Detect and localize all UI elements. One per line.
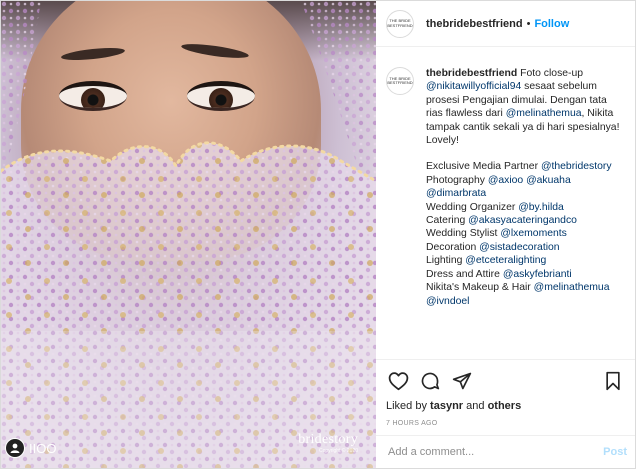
caption-text: thebridebestfriend Foto close-up @nikita… [426, 67, 622, 359]
mention-link[interactable]: @sistadecoration [479, 242, 559, 253]
comment-input[interactable] [388, 446, 604, 458]
post-timestamp[interactable]: 7 HOURS AGO [386, 420, 625, 427]
beaded-veil [1, 1, 376, 468]
heart-icon[interactable] [386, 369, 410, 393]
credit-makeup-hair: Nikita's Makeup & Hair @melinathemua @iv… [426, 282, 610, 307]
watermark-text: bridestory [298, 432, 358, 447]
photo-credit-text: IIOO [29, 440, 57, 456]
credit-wedding-organizer: Wedding Organizer @by.hilda [426, 201, 564, 213]
post-header: THE BRIDE BESTFRIEND thebridebestfriend … [376, 1, 635, 47]
bridestory-watermark: bridestory Copyright © 2020 [298, 433, 358, 454]
credit-catering: Catering @akasyacateringandco [426, 215, 577, 227]
mention-link[interactable]: @akasyacateringandco [468, 215, 577, 226]
post-actions: Liked by tasynr and others 7 HOURS AGO [376, 359, 635, 435]
mention-nikita[interactable]: @nikitawillyofficial94 [426, 81, 521, 92]
caption-text-1: Foto close-up [520, 68, 584, 79]
credit-lighting: Lighting @etceteralighting [426, 255, 547, 267]
credit-media-partner: Exclusive Media Partner @thebridestory [426, 161, 612, 173]
caption-avatar[interactable]: THE BRIDE BESTFRIEND [386, 67, 414, 95]
comment-icon[interactable] [418, 369, 442, 393]
likes-others-link[interactable]: others [488, 400, 522, 412]
watermark-subtext: Copyright © 2020 [319, 448, 358, 454]
photo-credit[interactable]: IIOO [5, 438, 56, 458]
instagram-post: IIOO bridestory Copyright © 2020 THE BRI… [0, 0, 636, 469]
caption-username[interactable]: thebridebestfriend [426, 68, 517, 79]
mention-melinathemua[interactable]: @melinathemua [506, 108, 582, 119]
post-comment-button[interactable]: Post [603, 446, 627, 458]
profile-avatar[interactable]: THE BRIDE BESTFRIEND [386, 9, 414, 38]
post-image[interactable]: IIOO bridestory Copyright © 2020 [1, 1, 376, 468]
mention-link[interactable]: @etceteralighting [465, 255, 546, 266]
likes-line: Liked by tasynr and others [386, 400, 625, 412]
avatar-logo-text: THE BRIDE BESTFRIEND [387, 18, 413, 28]
header-username[interactable]: thebridebestfriend [426, 18, 523, 30]
mention-link[interactable]: @by.hilda [518, 202, 564, 213]
share-icon[interactable] [450, 369, 474, 393]
action-icons [386, 368, 625, 394]
caption-area: THE BRIDE BESTFRIEND thebridebestfriend … [376, 47, 635, 359]
likes-mid: and [466, 400, 485, 412]
likes-user-link[interactable]: tasynr [430, 400, 463, 412]
follow-button[interactable]: Follow [534, 18, 569, 30]
bookmark-icon[interactable] [601, 369, 625, 393]
credit-decoration: Decoration @sistadecoration [426, 241, 560, 253]
mention-link[interactable]: @lxemoments [500, 228, 567, 239]
likes-prefix: Liked by [386, 400, 427, 412]
mention-link[interactable]: @thebridestory [541, 161, 612, 172]
user-silhouette-icon [5, 438, 25, 458]
add-comment-bar: Post [376, 435, 635, 468]
mention-link[interactable]: @askyfebrianti [503, 269, 572, 280]
credit-photography: Photography @axioo @akuaha @dimarbrata [426, 174, 571, 200]
credit-dress-attire: Dress and Attire @askyfebrianti [426, 268, 572, 280]
caption-avatar-logo-text: THE BRIDE BESTFRIEND [387, 75, 413, 85]
header-separator: • [526, 17, 531, 30]
post-sidebar: THE BRIDE BESTFRIEND thebridebestfriend … [376, 1, 635, 468]
credit-wedding-stylist: Wedding Stylist @lxemoments [426, 228, 567, 240]
